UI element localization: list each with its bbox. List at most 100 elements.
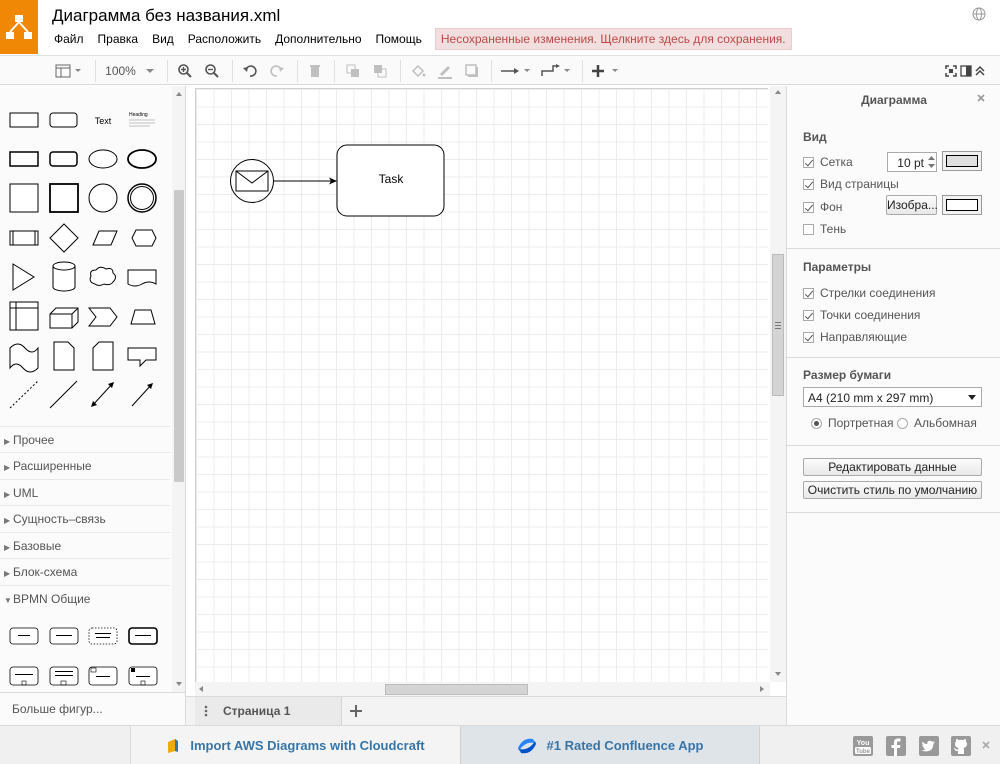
grid-size-value: 10 pt bbox=[897, 156, 924, 170]
undo-button[interactable] bbox=[239, 59, 261, 83]
rounded-rectangle-shape bbox=[49, 112, 78, 128]
menu-help[interactable]: Помощь bbox=[369, 28, 429, 50]
message-start-event[interactable] bbox=[230, 159, 274, 203]
to-back-button[interactable] bbox=[369, 59, 391, 83]
elbow-connector-icon bbox=[541, 64, 570, 76]
section-misc[interactable]: ▶ Прочее bbox=[0, 426, 170, 452]
scroll-right-icon[interactable] bbox=[758, 684, 766, 694]
waypoints-dropdown[interactable] bbox=[538, 59, 574, 83]
line-shape bbox=[49, 380, 78, 409]
section-flowchart[interactable]: ▶ Блок-схема bbox=[0, 558, 170, 584]
scroll-down-icon[interactable] bbox=[174, 680, 184, 688]
collapse-toolbar-button[interactable] bbox=[972, 59, 988, 83]
format-panel-toggle[interactable] bbox=[52, 59, 86, 83]
confluence-ad-link[interactable]: #1 Rated Confluence App bbox=[460, 726, 760, 764]
parallelogram-shape bbox=[92, 230, 118, 246]
section-uml[interactable]: ▶ UML bbox=[0, 479, 170, 505]
guides-label: Направляющие bbox=[820, 330, 908, 344]
grid-checkbox[interactable] bbox=[803, 156, 814, 168]
to-front-icon bbox=[346, 64, 359, 77]
vertical-dots-icon[interactable] bbox=[204, 704, 208, 718]
cloudcraft-icon bbox=[168, 738, 179, 753]
portrait-radio[interactable] bbox=[811, 417, 822, 429]
delete-button[interactable] bbox=[304, 59, 326, 83]
shapes-sidebar: Text Heading ▶ Прочее ▶ Расширенные ▶ UML ▶… bbox=[0, 86, 186, 725]
shadow-checkbox[interactable] bbox=[803, 223, 814, 235]
cloudcraft-ad-link[interactable]: Import AWS Diagrams with Cloudcraft bbox=[130, 726, 460, 764]
twitter-icon[interactable] bbox=[918, 735, 940, 757]
line-color-button[interactable] bbox=[434, 59, 456, 83]
redo-button[interactable] bbox=[266, 59, 288, 83]
background-color-swatch[interactable] bbox=[942, 195, 982, 215]
background-label: Фон bbox=[820, 200, 843, 214]
grid-color-swatch[interactable] bbox=[942, 151, 982, 171]
fill-color-button[interactable] bbox=[407, 59, 429, 83]
background-checkbox[interactable] bbox=[803, 201, 814, 213]
fullscreen-button[interactable] bbox=[943, 59, 959, 83]
insert-dropdown[interactable] bbox=[589, 59, 623, 83]
menu-extras[interactable]: Дополнительно bbox=[268, 28, 368, 50]
sidebar-scroll-thumb[interactable] bbox=[174, 190, 184, 482]
canvas-vertical-scrollbar[interactable] bbox=[770, 86, 786, 682]
section-label: Прочее bbox=[13, 433, 55, 447]
background-image-button[interactable]: Изобра... bbox=[886, 195, 938, 215]
canvas-horizontal-scroll-thumb[interactable] bbox=[385, 684, 528, 695]
connection-style-dropdown[interactable] bbox=[498, 59, 534, 83]
footer: Import AWS Diagrams with Cloudcraft #1 R… bbox=[0, 725, 1000, 764]
grid-row: Сетка bbox=[803, 155, 853, 169]
grip-icon[interactable] bbox=[773, 320, 783, 332]
heading-shape: Heading bbox=[129, 112, 148, 118]
facebook-icon[interactable] bbox=[885, 735, 907, 757]
unsaved-changes-notice[interactable]: Несохраненные изменения. Щелкните здесь … bbox=[434, 28, 792, 50]
scroll-down-icon[interactable] bbox=[773, 670, 783, 678]
diagram-canvas[interactable]: Task bbox=[195, 88, 768, 682]
scroll-up-icon[interactable] bbox=[773, 88, 783, 96]
zoom-out-button[interactable] bbox=[201, 59, 223, 83]
edit-data-button[interactable]: Редактировать данные bbox=[803, 458, 982, 476]
landscape-radio[interactable] bbox=[897, 417, 908, 429]
github-icon[interactable] bbox=[950, 735, 972, 757]
shadow-button[interactable] bbox=[461, 59, 483, 83]
zoom-dropdown[interactable]: 100% bbox=[103, 59, 158, 83]
diamond-shape bbox=[49, 223, 79, 253]
to-front-button[interactable] bbox=[342, 59, 364, 83]
menu-view[interactable]: Вид bbox=[145, 28, 181, 50]
connection-points-checkbox[interactable] bbox=[803, 309, 814, 321]
canvas-horizontal-scrollbar[interactable] bbox=[195, 682, 770, 696]
chevron-down-icon bbox=[968, 395, 976, 400]
document-title[interactable]: Диаграмма без названия.xml bbox=[52, 6, 280, 26]
connection-arrows-label: Стрелки соединения bbox=[820, 286, 936, 300]
panel-icon bbox=[960, 65, 972, 77]
section-bpmn-general[interactable]: ▼BPMN Общие bbox=[0, 585, 170, 611]
menu-arrange[interactable]: Расположить bbox=[181, 28, 268, 50]
zoom-in-button[interactable] bbox=[174, 59, 196, 83]
guides-checkbox[interactable] bbox=[803, 331, 814, 343]
menu-file[interactable]: Файл bbox=[47, 28, 91, 50]
page-tab-1[interactable]: Страница 1 bbox=[195, 697, 342, 726]
add-page-button[interactable] bbox=[344, 699, 368, 723]
connection-arrows-checkbox[interactable] bbox=[803, 287, 814, 299]
logo-icon bbox=[6, 15, 32, 39]
plus-icon bbox=[592, 65, 618, 77]
sidebar-scrollbar[interactable] bbox=[172, 86, 185, 692]
paper-size-select[interactable]: A4 (210 mm x 297 mm) bbox=[803, 387, 982, 407]
globe-icon[interactable] bbox=[972, 7, 986, 21]
plus-icon bbox=[350, 705, 362, 717]
clear-default-style-button[interactable]: Очистить стиль по умолчанию bbox=[803, 481, 982, 499]
grid-size-stepper[interactable]: 10 pt bbox=[887, 152, 937, 172]
drawio-logo[interactable] bbox=[0, 0, 38, 54]
scroll-left-icon[interactable] bbox=[197, 684, 205, 694]
page-view-checkbox[interactable] bbox=[803, 178, 814, 190]
youtube-icon[interactable]: You Tube bbox=[852, 735, 874, 757]
scroll-up-icon[interactable] bbox=[174, 90, 184, 98]
section-entity-relation[interactable]: ▶ Сущность–связь bbox=[0, 505, 170, 531]
close-icon[interactable] bbox=[976, 93, 986, 103]
more-shapes-button[interactable]: Больше фигур... bbox=[0, 692, 185, 725]
menu-edit[interactable]: Правка bbox=[91, 28, 146, 50]
section-basic[interactable]: ▶ Базовые bbox=[0, 532, 170, 558]
section-advanced[interactable]: ▶ Расширенные bbox=[0, 452, 170, 478]
directional-arrow-shape bbox=[131, 383, 153, 407]
stepper-arrows-icon[interactable] bbox=[927, 153, 936, 171]
diagram-graph: Task bbox=[230, 144, 445, 217]
close-footer-icon[interactable] bbox=[981, 740, 991, 750]
